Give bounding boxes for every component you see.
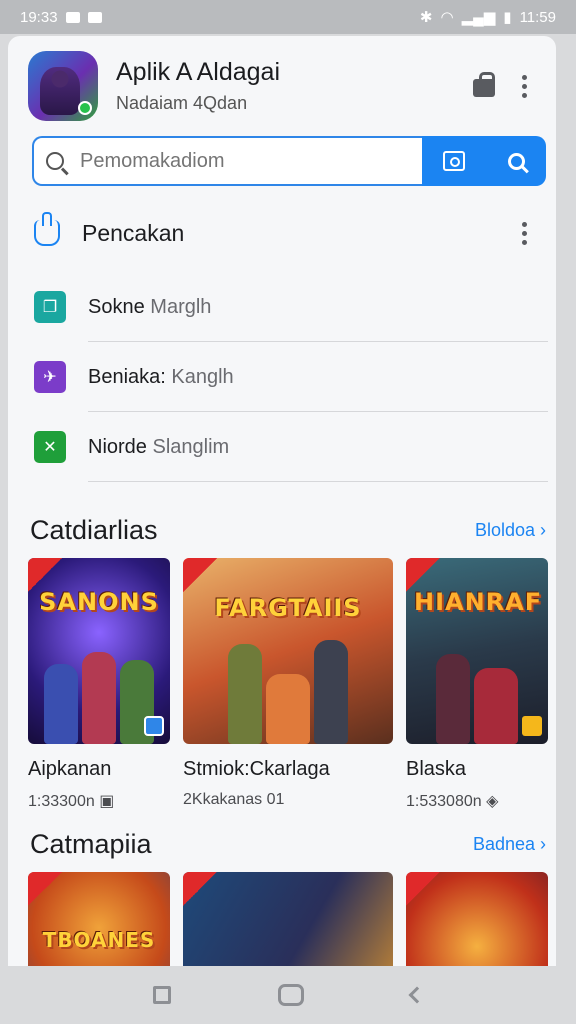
game-thumbnail: SANONS	[28, 558, 170, 744]
characters-illustration	[38, 648, 160, 744]
section-title: Pencakan	[82, 219, 185, 246]
game-thumbnail: TBOANES	[28, 872, 170, 966]
kebab-menu-icon	[521, 221, 527, 245]
characters-illustration	[416, 648, 538, 744]
app-character-icon	[40, 67, 80, 115]
ribbon-badge-icon	[406, 872, 440, 906]
settings-list: ❐ Sokne Marglh ✈ Beniaka: Kanglh ✕ Niord…	[8, 272, 556, 482]
game-meta-text: 1:33300n	[28, 793, 95, 810]
game-card[interactable]	[406, 872, 548, 966]
gamepad-icon: ◈	[486, 793, 499, 810]
shopping-bag-button[interactable]	[464, 66, 504, 106]
game-thumbnail: FARGTAIIS	[183, 558, 393, 744]
section-header[interactable]: Pencakan	[34, 208, 544, 258]
game-cover-title: FARGTAIIS	[214, 594, 362, 622]
copy-icon: ❐	[34, 291, 66, 323]
divider	[88, 481, 548, 482]
game-card[interactable]: SANONS Aipkanan 1:33300n ▣	[28, 558, 170, 811]
list-item[interactable]: ✈ Beniaka: Kanglh	[8, 342, 556, 412]
list-item-sub: Marglh	[150, 295, 212, 318]
home-icon[interactable]	[277, 984, 304, 1006]
device-icon: ▣	[99, 793, 115, 810]
game-cover-title: SANONS	[39, 588, 159, 616]
ribbon-badge-icon	[28, 558, 62, 592]
hand-icon	[34, 212, 60, 246]
search-actions	[422, 136, 546, 186]
back-icon[interactable]	[408, 986, 426, 1004]
ribbon-badge-icon	[183, 872, 217, 906]
online-badge-icon	[78, 101, 92, 115]
ribbon-badge-icon	[183, 558, 217, 592]
status-time: 19:33	[20, 8, 58, 26]
game-title: Aipkanan	[28, 758, 112, 780]
list-item-label: Sokne	[88, 295, 145, 318]
game-meta-text: 1:533080n	[406, 793, 482, 810]
app-tag-icon	[522, 716, 542, 736]
game-thumbnail: HIANRAF	[406, 558, 548, 744]
characters-illustration	[193, 640, 383, 744]
category-more-link[interactable]: Bloldoa ›	[475, 520, 546, 541]
wifi-icon: ◠	[440, 9, 454, 26]
game-thumbnail	[183, 872, 393, 966]
game-meta: 1:33300n ▣	[28, 791, 170, 811]
status-right-time: 11:59	[519, 8, 556, 26]
list-item-sub: Kanglh	[171, 365, 234, 388]
message-icon	[87, 11, 102, 23]
app-subtitle: Nadaiam 4Qdan	[116, 93, 248, 113]
category-title: Catdiarlias	[30, 514, 158, 545]
kebab-menu-icon	[521, 74, 527, 98]
status-bar: 19:33 ✱ ◠ ▂▄▆ ▮ 11:59	[0, 0, 576, 34]
game-thumbnail	[406, 872, 548, 966]
more-options-button[interactable]	[504, 66, 544, 106]
list-item-sub: Slanglim	[152, 435, 230, 458]
signal-icon: ▂▄▆	[461, 9, 496, 26]
list-item-label: Niorde	[88, 435, 147, 458]
app-title: Aplik A Aldagai	[116, 58, 281, 86]
list-item[interactable]: ✕ Niorde Slanglim	[8, 412, 556, 482]
image-search-icon[interactable]	[443, 151, 466, 171]
game-title: Stmiok:Ckarlaga	[183, 758, 330, 780]
app-icon[interactable]	[28, 51, 98, 121]
ribbon-badge-icon	[406, 558, 440, 592]
game-cover-title: TBOANES	[42, 928, 156, 952]
bluetooth-icon: ✱	[419, 9, 433, 26]
plane-icon: ✈	[34, 361, 66, 393]
game-card[interactable]	[183, 872, 393, 966]
search-bar	[32, 136, 546, 186]
game-card[interactable]: TBOANES	[28, 872, 170, 966]
category-header: Catmapiia Badnea ›	[30, 824, 546, 864]
app-sheet: Aplik A Aldagai Nadaiam 4Qdan Pencakan ❐	[8, 36, 556, 966]
list-item-label: Beniaka:	[88, 365, 166, 388]
category-more-label: Badnea	[472, 833, 535, 854]
game-meta: 2Kkakanas 01	[183, 791, 285, 808]
category-more-label: Bloldoa	[474, 519, 535, 540]
recent-apps-icon[interactable]	[153, 986, 172, 1004]
search-input[interactable]	[80, 149, 400, 173]
game-meta: 1:533080n ◈	[406, 791, 548, 811]
app-tag-icon	[144, 716, 164, 736]
app-header: Aplik A Aldagai Nadaiam 4Qdan	[28, 50, 544, 122]
game-card[interactable]: HIANRAF Blaska 1:533080n ◈	[406, 558, 548, 811]
category-more-link[interactable]: Badnea ›	[473, 834, 546, 855]
search-submit-icon[interactable]	[507, 152, 525, 170]
game-card[interactable]: FARGTAIIS Stmiok:Ckarlaga 2Kkakanas 01	[183, 558, 393, 809]
battery-icon: ▮	[503, 9, 512, 26]
close-x-icon: ✕	[34, 431, 66, 463]
section-more-button[interactable]	[504, 213, 544, 253]
search-field[interactable]	[32, 136, 422, 186]
navigation-bar	[0, 966, 576, 1024]
shopping-bag-icon	[473, 72, 495, 97]
notification-icon	[65, 11, 80, 23]
ribbon-badge-icon	[28, 872, 62, 906]
game-cover-title: HIANRAF	[414, 588, 543, 616]
game-title: Blaska	[406, 758, 467, 780]
search-icon	[46, 152, 64, 170]
category-header: Catdiarlias Bloldoa ›	[30, 510, 546, 550]
list-item[interactable]: ❐ Sokne Marglh	[8, 272, 556, 342]
category-title: Catmapiia	[30, 828, 152, 859]
